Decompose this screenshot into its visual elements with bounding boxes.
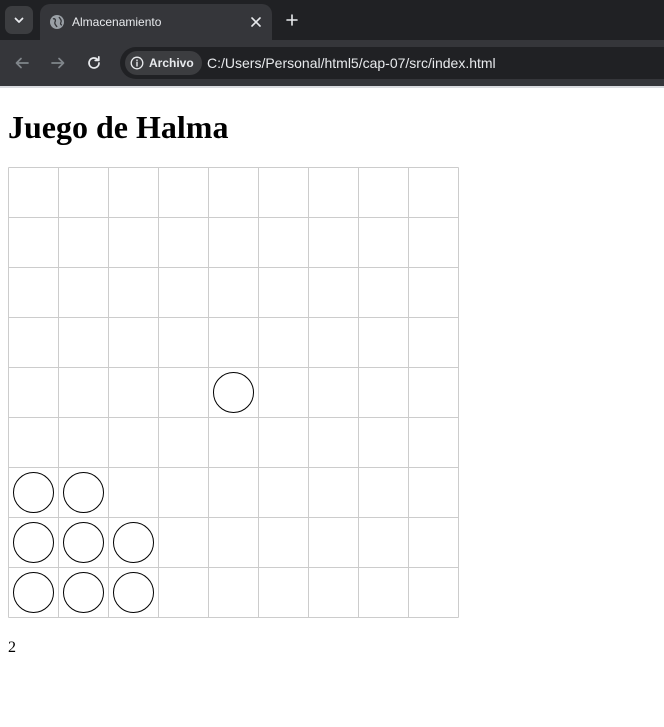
- browser-tab[interactable]: Almacenamiento: [40, 4, 272, 40]
- back-button[interactable]: [10, 51, 34, 75]
- plus-icon: [286, 14, 298, 26]
- site-chip-label: Archivo: [149, 56, 194, 70]
- halma-piece[interactable]: [13, 522, 54, 563]
- back-arrow-icon: [15, 57, 29, 69]
- halma-piece[interactable]: [13, 472, 54, 513]
- new-tab-button[interactable]: [280, 8, 304, 32]
- close-icon: [251, 17, 261, 27]
- url-text[interactable]: C:/Users/Personal/html5/cap-07/src/index…: [207, 55, 496, 71]
- page-title: Juego de Halma: [8, 109, 229, 145]
- address-bar[interactable]: Archivo C:/Users/Personal/html5/cap-07/s…: [120, 47, 664, 79]
- halma-piece[interactable]: [213, 372, 254, 413]
- tab-search-button[interactable]: [5, 6, 33, 34]
- browser-toolbar: Archivo C:/Users/Personal/html5/cap-07/s…: [0, 40, 664, 86]
- tab-strip: Almacenamiento: [0, 0, 664, 40]
- page-content: Juego de Halma 2: [0, 88, 664, 727]
- halma-piece[interactable]: [63, 522, 104, 563]
- halma-piece[interactable]: [113, 572, 154, 613]
- halma-piece[interactable]: [63, 472, 104, 513]
- chevron-down-icon: [14, 17, 24, 23]
- forward-arrow-icon: [51, 57, 65, 69]
- globe-icon: [50, 15, 64, 29]
- halma-piece[interactable]: [13, 572, 54, 613]
- halma-board[interactable]: [8, 167, 460, 619]
- halma-piece[interactable]: [113, 522, 154, 563]
- site-info-chip[interactable]: Archivo: [125, 51, 202, 75]
- halma-piece[interactable]: [63, 572, 104, 613]
- tab-title: Almacenamiento: [72, 15, 162, 29]
- reload-icon: [88, 55, 100, 69]
- forward-button[interactable]: [46, 51, 70, 75]
- tab-close-button[interactable]: [246, 12, 266, 32]
- info-icon: [130, 56, 144, 70]
- reload-button[interactable]: [82, 51, 106, 75]
- move-count: 2: [8, 639, 16, 656]
